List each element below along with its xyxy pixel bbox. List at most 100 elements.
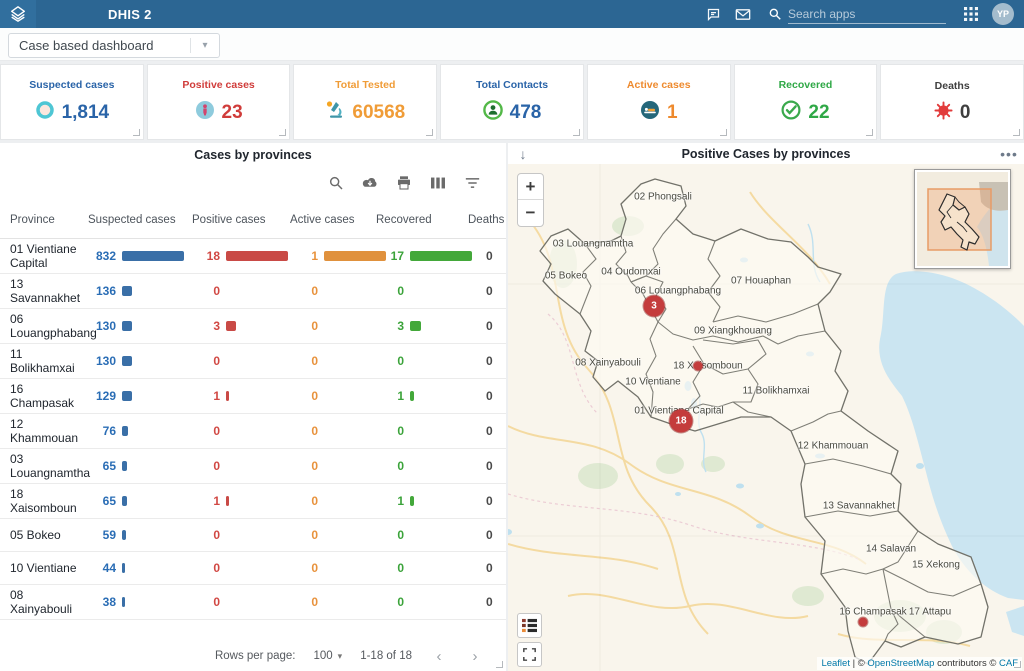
case-count-marker[interactable]: 18 (670, 410, 693, 433)
stat-card-tested[interactable]: Total Tested 60568 (293, 64, 437, 140)
column-header: Recovered (376, 214, 468, 226)
metric-value: 0 (376, 284, 404, 298)
app-title: DHIS 2 (108, 7, 152, 22)
metric-value: 832 (88, 249, 116, 263)
avatar[interactable]: YP (992, 3, 1014, 25)
column-header: Positive cases (192, 214, 290, 226)
card-value: 1,814 (62, 102, 110, 124)
dashboard-selector[interactable]: Case based dashboard ▾ (8, 33, 220, 58)
resize-handle[interactable] (279, 129, 286, 136)
stat-card-recovered[interactable]: Recovered 22 (734, 64, 878, 140)
dashboard-bar: Case based dashboard ▾ (0, 28, 1024, 61)
fullscreen-button[interactable] (517, 642, 542, 667)
resize-handle[interactable] (133, 129, 140, 136)
stat-card-positive[interactable]: Positive cases 23 (147, 64, 291, 140)
column-header: Suspected cases (88, 214, 192, 226)
resize-handle[interactable] (496, 661, 503, 668)
positive-cell: 18 (192, 249, 290, 263)
metric-value: 1 (376, 389, 404, 403)
metric-value: 0 (376, 459, 404, 473)
metric-value: 1 (290, 249, 318, 263)
previous-page-button[interactable]: ‹ (430, 648, 448, 665)
active-cell: 0 (290, 528, 376, 542)
metric-value: 0 (192, 528, 220, 542)
resize-handle[interactable] (1013, 129, 1020, 136)
person-icon (195, 100, 215, 125)
filter-icon[interactable] (462, 173, 482, 193)
stat-card-suspected[interactable]: Suspected cases 1,814 (0, 64, 144, 140)
card-value: 0 (960, 102, 971, 124)
metric-value: 0 (290, 354, 318, 368)
metric-value: 65 (88, 494, 116, 508)
case-dot-marker[interactable] (694, 362, 703, 371)
province-label: 10 Vientiane (625, 377, 680, 388)
leaflet-map[interactable]: 02 Phongsali03 Louangnamtha05 Bokeo04 Ou… (508, 164, 1024, 671)
osm-link[interactable]: OpenStreetMap (867, 658, 934, 669)
case-count-marker[interactable]: 3 (644, 296, 665, 317)
stat-card-contacts[interactable]: Total Contacts 478 (440, 64, 584, 140)
dhis2-logo[interactable] (0, 0, 36, 28)
positive-cell: 0 (192, 354, 290, 368)
metric-value: 0 (376, 595, 404, 609)
province-label: 14 Salavan (866, 544, 916, 555)
recovered-cell: 3 (376, 319, 468, 333)
stat-card-active[interactable]: Active cases 1 (587, 64, 731, 140)
resize-handle[interactable] (720, 129, 727, 136)
zoom-out-button[interactable]: − (518, 200, 543, 226)
dhis2-dashboard-screen: DHIS 2 YP (0, 0, 1024, 671)
card-value: 23 (222, 102, 243, 124)
stat-card-deaths[interactable]: Deaths 0 (880, 64, 1024, 140)
print-icon[interactable] (394, 173, 414, 193)
metric-value: 0 (192, 595, 220, 609)
rows-per-page-select[interactable]: 100 ▾ (313, 650, 342, 662)
leaflet-link[interactable]: Leaflet (821, 658, 850, 669)
overview-minimap[interactable] (914, 169, 1011, 269)
legend-toggle-button[interactable] (517, 613, 542, 638)
table-row: 11 Bolikhamxai1300000 (0, 344, 506, 379)
check-circle-icon (781, 100, 801, 125)
next-page-button[interactable]: › (466, 648, 484, 665)
active-cell: 1 (290, 249, 376, 263)
metric-value: 59 (88, 528, 116, 542)
ring-icon (35, 100, 55, 125)
deaths-cell: 0 (468, 459, 506, 473)
province-cell: 06 Louangphabang (0, 312, 88, 340)
active-cell: 0 (290, 389, 376, 403)
chevron-down-icon: ▾ (191, 40, 219, 51)
apps-search (768, 4, 946, 24)
map-title: Positive Cases by provinces (538, 147, 994, 161)
map-zoom-control: + − (517, 173, 544, 227)
columns-icon[interactable] (428, 173, 448, 193)
zoom-in-button[interactable]: + (518, 174, 543, 200)
card-title: Recovered (779, 79, 833, 91)
positive-cell: 0 (192, 561, 290, 575)
more-options-icon[interactable]: ••• (994, 146, 1024, 162)
cloud-download-icon[interactable] (360, 173, 380, 193)
province-cell: 18 Xaisomboun (0, 487, 88, 515)
metric-value: 0 (192, 284, 220, 298)
resize-handle[interactable] (426, 129, 433, 136)
search-input[interactable] (788, 4, 946, 24)
metric-value: 0 (376, 354, 404, 368)
download-arrow-icon[interactable]: ↓ (508, 146, 538, 162)
suspected-cell: 38 (88, 595, 192, 609)
apps-grid-icon[interactable] (956, 0, 986, 28)
search-icon[interactable] (326, 173, 346, 193)
resize-handle[interactable] (866, 129, 873, 136)
metric-value: 0 (290, 595, 318, 609)
metric-value: 0 (376, 424, 404, 438)
resize-handle[interactable] (573, 129, 580, 136)
case-dot-marker[interactable] (859, 618, 868, 627)
positive-cell: 3 (192, 319, 290, 333)
deaths-cell: 0 (468, 354, 506, 368)
mail-icon[interactable] (728, 0, 758, 28)
column-header: Active cases (290, 214, 376, 226)
recovered-cell: 0 (376, 595, 468, 609)
resize-handle[interactable] (1014, 661, 1021, 668)
suspected-cell: 76 (88, 424, 192, 438)
province-label: 11 Bolikhamxai (742, 386, 809, 397)
map-header: ↓ Positive Cases by provinces ••• (508, 143, 1024, 164)
metric-value: 0 (290, 284, 318, 298)
chat-icon[interactable] (698, 0, 728, 28)
metric-bar (122, 563, 125, 573)
